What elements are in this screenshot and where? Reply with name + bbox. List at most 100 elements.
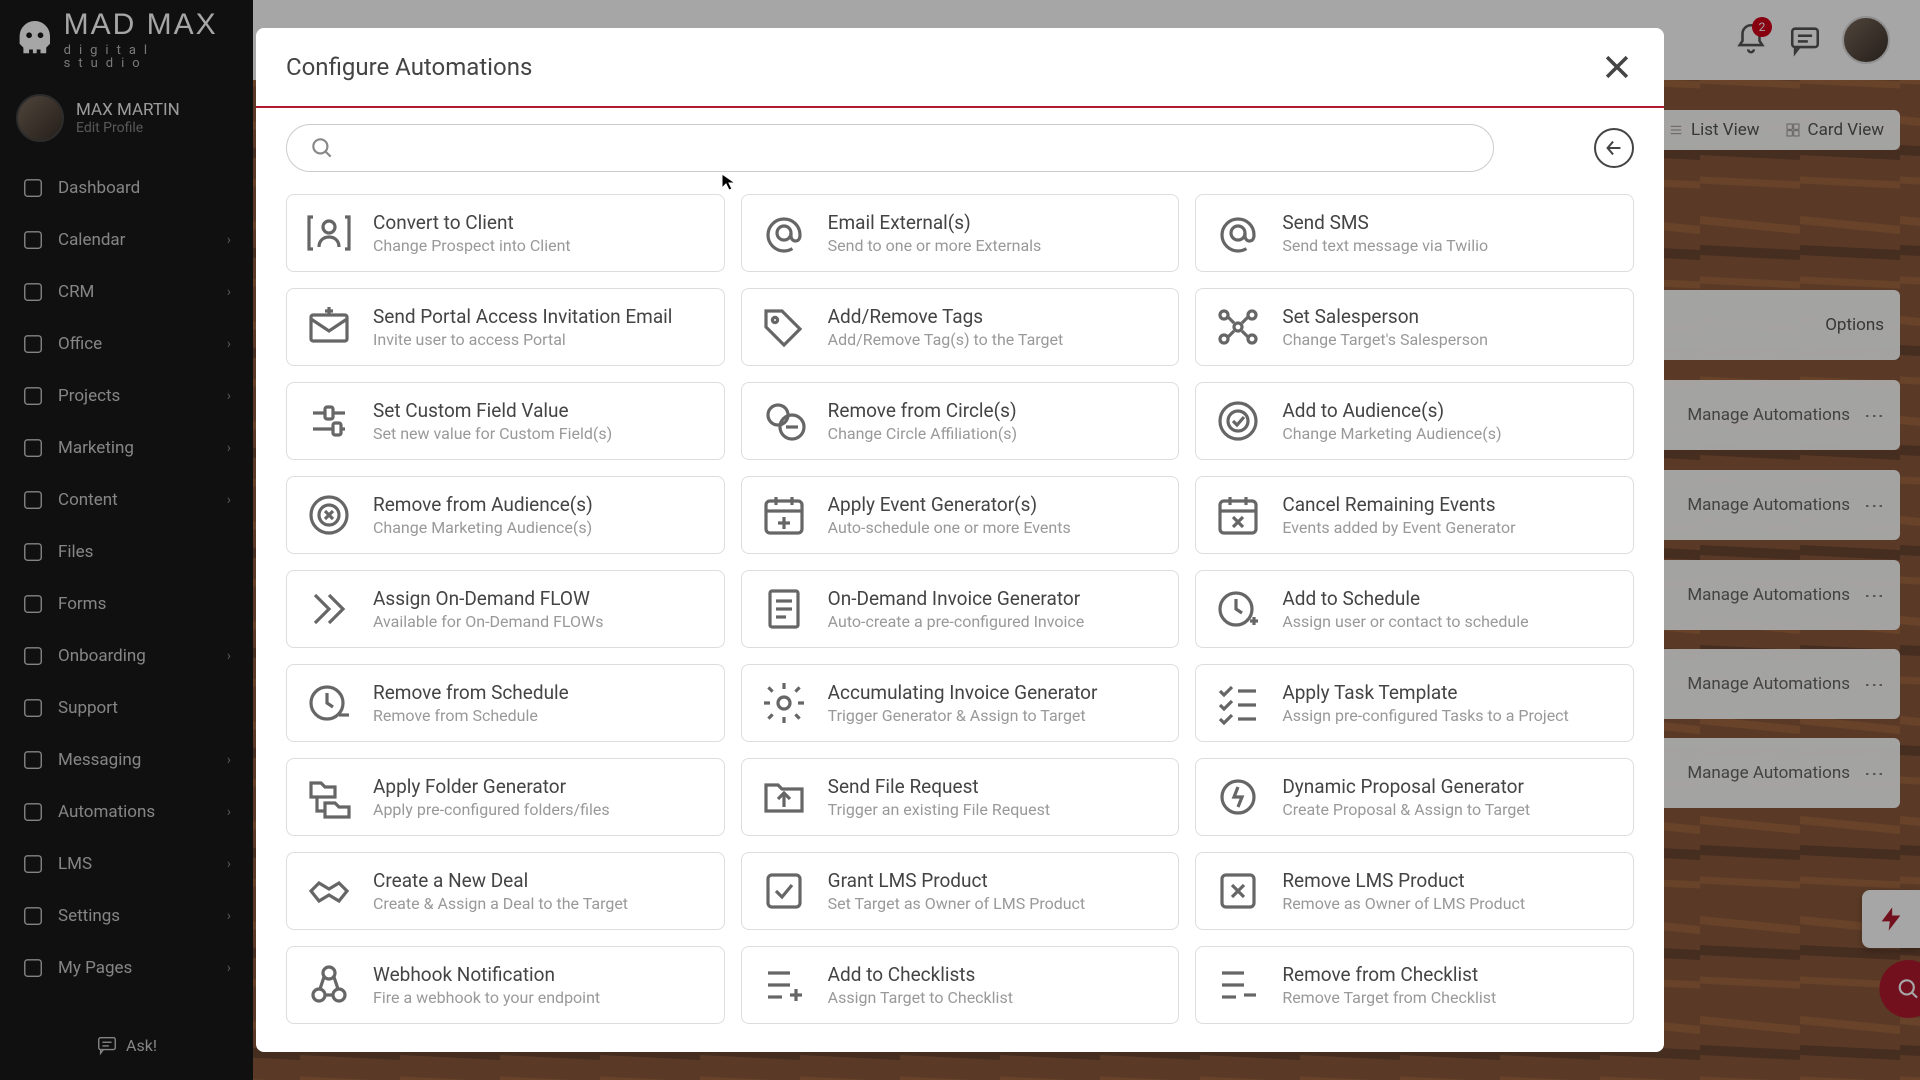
automation-card-add-remove-tags[interactable]: Add/Remove TagsAdd/Remove Tag(s) to the …	[741, 288, 1180, 366]
card-title: Cancel Remaining Events	[1282, 493, 1515, 516]
card-title: On-Demand Invoice Generator	[828, 587, 1085, 610]
automation-card-apply-task-template[interactable]: Apply Task Template Assign pre-configured…	[1195, 664, 1634, 742]
clock-plus-icon	[1214, 585, 1262, 633]
card-title: Email External(s)	[828, 211, 1042, 234]
chevrons-icon	[305, 585, 353, 633]
card-subtitle: Change Marketing Audience(s)	[373, 518, 593, 537]
box-check-icon	[760, 867, 808, 915]
card-subtitle: Invite user to access Portal	[373, 330, 672, 349]
card-title: Add to Checklists	[828, 963, 1013, 986]
automation-cards-grid: Convert to Client Change Prospect into Cl…	[256, 188, 1664, 1052]
automation-card-send-file-request[interactable]: Send File Request Trigger an existing Fil…	[741, 758, 1180, 836]
card-subtitle: Assign Target to Checklist	[828, 988, 1013, 1007]
automation-card-remove-from-checklist[interactable]: Remove from ChecklistRemove Target from …	[1195, 946, 1634, 1024]
automation-card-remove-from-schedule[interactable]: Remove from Schedule Remove from Schedule	[286, 664, 725, 742]
card-title: Add to Schedule	[1282, 587, 1528, 610]
card-subtitle: Remove from Schedule	[373, 706, 569, 725]
card-title: Convert to Client	[373, 211, 571, 234]
automation-card-convert-to-client[interactable]: Convert to Client Change Prospect into Cl…	[286, 194, 725, 272]
card-subtitle: Send to one or more Externals	[828, 236, 1042, 255]
card-title: Grant LMS Product	[828, 869, 1086, 892]
card-title: Apply Event Generator(s)	[828, 493, 1071, 516]
card-subtitle: Change Marketing Audience(s)	[1282, 424, 1501, 443]
automation-card-accumulating-invoice-generator[interactable]: Accumulating Invoice GeneratorTrigger Ge…	[741, 664, 1180, 742]
tag-icon	[760, 303, 808, 351]
automation-card-add-to-schedule[interactable]: Add to ScheduleAssign user or contact to…	[1195, 570, 1634, 648]
target-x-icon	[305, 491, 353, 539]
search-input[interactable]	[347, 138, 1471, 159]
card-title: Set Custom Field Value	[373, 399, 612, 422]
card-subtitle: Change Circle Affiliation(s)	[828, 424, 1017, 443]
card-subtitle: Set Target as Owner of LMS Product	[828, 894, 1086, 913]
cal-x-icon	[1214, 491, 1262, 539]
card-title: Dynamic Proposal Generator	[1282, 775, 1530, 798]
automation-card-apply-event-generator-s-[interactable]: Apply Event Generator(s)Auto-schedule on…	[741, 476, 1180, 554]
cal-plus-icon	[760, 491, 808, 539]
card-subtitle: Assign pre-configured Tasks to a Project	[1282, 706, 1568, 725]
card-title: Remove from Schedule	[373, 681, 569, 704]
folder-tree-icon	[305, 773, 353, 821]
card-subtitle: Trigger Generator & Assign to Target	[828, 706, 1098, 725]
target-check-icon	[1214, 397, 1262, 445]
at-icon	[1214, 209, 1262, 257]
back-button[interactable]	[1594, 128, 1634, 168]
automation-card-remove-lms-product[interactable]: Remove LMS ProductRemove as Owner of LMS…	[1195, 852, 1634, 930]
card-title: Send Portal Access Invitation Email	[373, 305, 672, 328]
card-title: Create a New Deal	[373, 869, 628, 892]
card-title: Send SMS	[1282, 211, 1488, 234]
checklist-icon	[1214, 679, 1262, 727]
card-subtitle: Trigger an existing File Request	[828, 800, 1050, 819]
card-subtitle: Fire a webhook to your endpoint	[373, 988, 600, 1007]
card-title: Remove from Circle(s)	[828, 399, 1017, 422]
card-subtitle: Create Proposal & Assign to Target	[1282, 800, 1530, 819]
automation-card-set-salesperson[interactable]: Set SalespersonChange Target's Salespers…	[1195, 288, 1634, 366]
clock-minus-icon	[305, 679, 353, 727]
card-subtitle: Create & Assign a Deal to the Target	[373, 894, 628, 913]
nodes-icon	[1214, 303, 1262, 351]
automation-card-on-demand-invoice-generator[interactable]: On-Demand Invoice Generator Auto-create a…	[741, 570, 1180, 648]
list-plus-icon	[760, 961, 808, 1009]
automation-card-send-sms[interactable]: Send SMS Send text message via Twilio	[1195, 194, 1634, 272]
mail-plus-icon	[305, 303, 353, 351]
card-title: Apply Task Template	[1282, 681, 1568, 704]
automation-card-add-to-checklists[interactable]: Add to Checklists Assign Target to Checkl…	[741, 946, 1180, 1024]
card-subtitle: Remove as Owner of LMS Product	[1282, 894, 1525, 913]
automation-card-dynamic-proposal-generator[interactable]: Dynamic Proposal Generator Create Proposa…	[1195, 758, 1634, 836]
automation-card-apply-folder-generator[interactable]: Apply Folder Generator Apply pre-configur…	[286, 758, 725, 836]
automation-card-remove-from-audience-s-[interactable]: Remove from Audience(s) Change Marketing …	[286, 476, 725, 554]
automation-card-webhook-notification[interactable]: Webhook NotificationFire a webhook to yo…	[286, 946, 725, 1024]
box-x-icon	[1214, 867, 1262, 915]
invoice-icon	[760, 585, 808, 633]
close-button[interactable]	[1600, 50, 1634, 84]
search-box[interactable]	[286, 124, 1494, 172]
configure-automations-modal: Configure Automations Convert to ClientC…	[256, 28, 1664, 1052]
gear-bolt-icon	[1214, 773, 1262, 821]
card-title: Send File Request	[828, 775, 1050, 798]
card-title: Remove from Checklist	[1282, 963, 1496, 986]
automation-card-email-external-s-[interactable]: Email External(s) Send to one or more Ext…	[741, 194, 1180, 272]
automation-card-add-to-audience-s-[interactable]: Add to Audience(s) Change Marketing Audie…	[1195, 382, 1634, 460]
folder-up-icon	[760, 773, 808, 821]
automation-card-grant-lms-product[interactable]: Grant LMS Product Set Target as Owner of …	[741, 852, 1180, 930]
webhook-icon	[305, 961, 353, 1009]
automation-card-set-custom-field-value[interactable]: Set Custom Field ValueSet new value for …	[286, 382, 725, 460]
arrow-left-icon	[1603, 137, 1625, 159]
card-subtitle: Apply pre-configured folders/files	[373, 800, 610, 819]
automation-card-create-a-new-deal[interactable]: Create a New Deal Create & Assign a Deal …	[286, 852, 725, 930]
automation-card-assign-on-demand-flow[interactable]: Assign On-Demand FLOWAvailable for On-De…	[286, 570, 725, 648]
card-title: Add to Audience(s)	[1282, 399, 1501, 422]
modal-overlay: Configure Automations Convert to ClientC…	[0, 0, 1920, 1080]
search-icon	[309, 135, 335, 161]
card-subtitle: Auto-create a pre-configured Invoice	[828, 612, 1085, 631]
handshake-icon	[305, 867, 353, 915]
automation-card-send-portal-access-invitation-email[interactable]: Send Portal Access Invitation Email Invit…	[286, 288, 725, 366]
card-title: Apply Folder Generator	[373, 775, 610, 798]
card-subtitle: Add/Remove Tag(s) to the Target	[828, 330, 1064, 349]
gear-icon	[760, 679, 808, 727]
card-subtitle: Send text message via Twilio	[1282, 236, 1488, 255]
automation-card-remove-from-circle-s-[interactable]: Remove from Circle(s) Change Circle Affil…	[741, 382, 1180, 460]
card-title: Remove from Audience(s)	[373, 493, 593, 516]
card-subtitle: Change Prospect into Client	[373, 236, 571, 255]
automation-card-cancel-remaining-events[interactable]: Cancel Remaining EventsEvents added by E…	[1195, 476, 1634, 554]
circle-minus-icon	[760, 397, 808, 445]
